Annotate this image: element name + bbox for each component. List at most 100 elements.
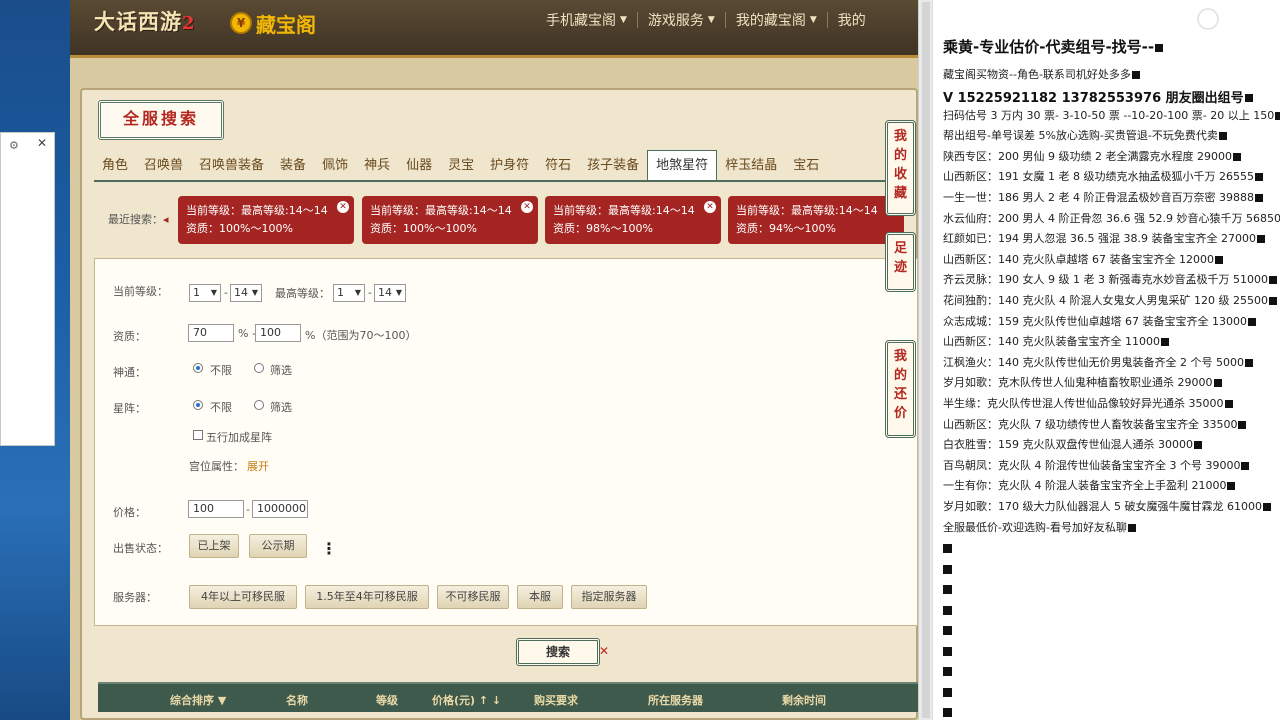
wuxing-checkbox[interactable] [193, 430, 203, 440]
max-level-to-select[interactable]: 14 ▼ [374, 284, 406, 302]
overlay-line: V 15225921182 13782553976 朋友圈出组号 [943, 87, 1253, 106]
tab-item[interactable]: 符石 [537, 152, 579, 180]
overlay-title: 乘黄-专业估价-代卖组号-找号-- [943, 36, 1164, 57]
shentong-filter-radio[interactable] [254, 363, 264, 373]
overlay-line: 红颜如已：194 男人忽混 36.5 强混 38.9 装备宝宝齐全 27000 [943, 230, 1265, 246]
overlay-line: 百鸟朝凤：克火队 4 阶混传世仙装备宝宝齐全 3 个号 39000 [943, 457, 1250, 473]
level-to-select[interactable]: 14 ▼ [230, 284, 262, 302]
recent-search-chip[interactable]: 当前等级：最高等级:14～14 资质：94%～100% [728, 196, 904, 244]
gear-icon[interactable]: ⚙ [9, 139, 19, 152]
overlay-line: 山西新区：克火队 7 级功绩传世人畜牧装备宝宝齐全 33500 [943, 416, 1247, 432]
shentong-label: 神通： [113, 366, 146, 379]
status-label: 出售状态： [113, 542, 168, 555]
status-public-button[interactable]: 公示期 [249, 534, 307, 558]
status-listed-button[interactable]: 已上架 [189, 534, 239, 558]
overlay-line: 水云仙府：200 男人 4 阶正骨忽 36.6 强 52.9 妙音心猿千万 56… [943, 211, 1280, 225]
bullet-mark [943, 687, 952, 697]
quality-to-input[interactable]: 100 [255, 324, 301, 342]
server-nomigrate-button[interactable]: 不可移民服 [437, 585, 509, 609]
tab-item[interactable]: 孩子装备 [579, 152, 647, 180]
level-from-select[interactable]: 1 ▼ [189, 284, 221, 302]
bullet-mark [943, 585, 952, 594]
overlay-line: 半生缘：克火队传世混人传世仙品像较好异光通杀 35000 [943, 395, 1233, 411]
chevron-down-icon: ▼ [809, 15, 817, 25]
tab-item[interactable]: 神兵 [356, 152, 398, 180]
overlay-line: 岁月如歌：克木队传世人仙鬼种植畜牧职业通杀 29000 [943, 374, 1222, 390]
bullet-mark [943, 626, 952, 635]
game-logo[interactable]: 大话西游2 [94, 6, 214, 40]
gongwei-expand-link[interactable]: 展开 [247, 458, 269, 474]
scrollbar[interactable] [918, 0, 932, 720]
sort-composite[interactable]: 综合排序 ▼ [170, 692, 226, 708]
overlay-line: 齐云灵脉：190 女人 9 级 1 老 3 新强毒克水妙音孟极千万 51000 [943, 271, 1277, 287]
tab-item[interactable]: 护身符 [482, 152, 537, 180]
bullet-mark [943, 667, 952, 676]
close-icon[interactable]: ✕ [37, 136, 47, 150]
floating-mini-window: ⚙ ✕ [0, 132, 55, 446]
server-this-button[interactable]: 本服 [517, 585, 563, 609]
tab-item[interactable]: 仙器 [398, 152, 440, 180]
results-table-header: 综合排序 ▼ 名称 等级 价格(元) ↑ ↓ 购买要求 所在服务器 剩余时间 [98, 682, 918, 712]
search-form: 当前等级： 1 ▼ - 14 ▼ 最高等级： 1 ▼ - 14 ▼ 资质： 70 % -… [94, 258, 918, 626]
overlay-line: 全服最低价-欢迎选购-看号加好友私聊 [943, 519, 1136, 535]
recent-search-label: 最近搜索：◂ [108, 213, 169, 226]
server-4y-button[interactable]: 4年以上可移民服 [189, 585, 297, 609]
footprint-tab[interactable]: 足迹 [885, 232, 916, 292]
top-header: 大话西游2 ¥ 藏宝阁 手机藏宝阁 ▼ 游戏服务 ▼ 我的藏宝阁 ▼ 我的 [70, 0, 918, 58]
price-to-input[interactable]: 1000000 [252, 500, 308, 518]
max-level-label: 最高等级： [275, 287, 330, 300]
recent-search-chip[interactable]: 当前等级：最高等级:14～14 资质：100%～100% ✕ [178, 196, 354, 244]
recent-search-chip[interactable]: 当前等级：最高等级:14～14 资质：98%～100% ✕ [545, 196, 721, 244]
gongwei-label: 宫位属性： [189, 460, 244, 473]
search-button[interactable]: 搜索 [516, 638, 600, 666]
nav-game-service[interactable]: 游戏服务 ▼ [638, 10, 725, 30]
close-icon[interactable]: ✕ [521, 201, 533, 213]
max-level-from-select[interactable]: 1 ▼ [333, 284, 365, 302]
tab-item[interactable]: 角色 [94, 152, 136, 180]
more-icon[interactable]: ⋮ [321, 539, 337, 558]
chevron-down-icon: ▼ [620, 15, 627, 25]
tab-item[interactable]: 佩饰 [314, 152, 356, 180]
overlay-line: 帮出组号-单号误差 5%放心选购-买贵管退-不玩免费代卖 [943, 127, 1227, 143]
nav-mine[interactable]: 我的 [828, 10, 876, 30]
sort-price[interactable]: 价格(元) ↑ ↓ [432, 692, 501, 708]
xingzhen-any-radio[interactable] [193, 400, 203, 410]
loading-icon [1197, 8, 1219, 30]
tab-item[interactable]: 宝石 [785, 152, 827, 180]
nav-my-cbg[interactable]: 我的藏宝阁 ▼ [726, 10, 827, 30]
my-favorites-tab[interactable]: 我的收藏 [885, 120, 916, 216]
close-icon: ✕ [599, 644, 610, 658]
close-icon[interactable]: ✕ [704, 201, 716, 213]
tab-item[interactable]: 灵宝 [440, 152, 482, 180]
overlay-line: 一生一世：186 男人 2 老 4 阶正骨混孟极妙音百万奈密 39888 [943, 189, 1263, 205]
overlay-line: 花间独酌：140 克火队 4 阶混人女鬼女人男鬼采矿 120 级 25500 [943, 292, 1277, 308]
tab-item[interactable]: 召唤兽 [136, 152, 191, 180]
tab-item[interactable]: 梓玉结晶 [717, 152, 785, 180]
server-specify-button[interactable]: 指定服务器 [571, 585, 647, 609]
close-icon[interactable]: ✕ [337, 201, 349, 213]
page-title: 全服搜索 [98, 100, 224, 140]
bullet-mark [943, 646, 952, 656]
col-server: 所在服务器 [648, 694, 703, 707]
col-requirement: 购买要求 [534, 694, 578, 707]
quality-from-input[interactable]: 70 [188, 324, 234, 342]
bullet-mark [943, 708, 952, 717]
overlay-line: 陕西专区：200 男仙 9 级功绩 2 老全满露克水程度 29000 [943, 148, 1241, 164]
nav-mobile-cbg[interactable]: 手机藏宝阁 ▼ [536, 10, 637, 30]
price-from-input[interactable]: 100 [188, 500, 244, 518]
shentong-any-radio[interactable] [193, 363, 203, 373]
tab-item[interactable]: 召唤兽装备 [191, 152, 272, 180]
cbg-page: 大话西游2 ¥ 藏宝阁 手机藏宝阁 ▼ 游戏服务 ▼ 我的藏宝阁 ▼ 我的 全服搜索 … [70, 0, 918, 720]
tab-item[interactable]: 装备 [272, 152, 314, 180]
coin-icon: ¥ [230, 12, 252, 34]
xingzhen-filter-radio[interactable] [254, 400, 264, 410]
chevron-down-icon: ▼ [707, 15, 715, 25]
my-counteroffer-tab[interactable]: 我的还价 [885, 340, 916, 438]
cbg-logo[interactable]: ¥ 藏宝阁 [230, 8, 316, 38]
overlay-line: 一生有你：克火队 4 阶混人装备宝宝齐全上手盈利 21000 [943, 477, 1236, 493]
recent-search-chip[interactable]: 当前等级：最高等级:14～14 资质：100%～100% ✕ [362, 196, 538, 244]
server-1-5y-button[interactable]: 1.5年至4年可移民服 [305, 585, 429, 609]
xingzhen-label: 星阵： [113, 402, 146, 415]
tab-item[interactable]: 地煞星符 [647, 150, 718, 180]
overlay-line: 众志成城：159 克火队传世仙卓越塔 67 装备宝宝齐全 13000 [943, 313, 1256, 329]
